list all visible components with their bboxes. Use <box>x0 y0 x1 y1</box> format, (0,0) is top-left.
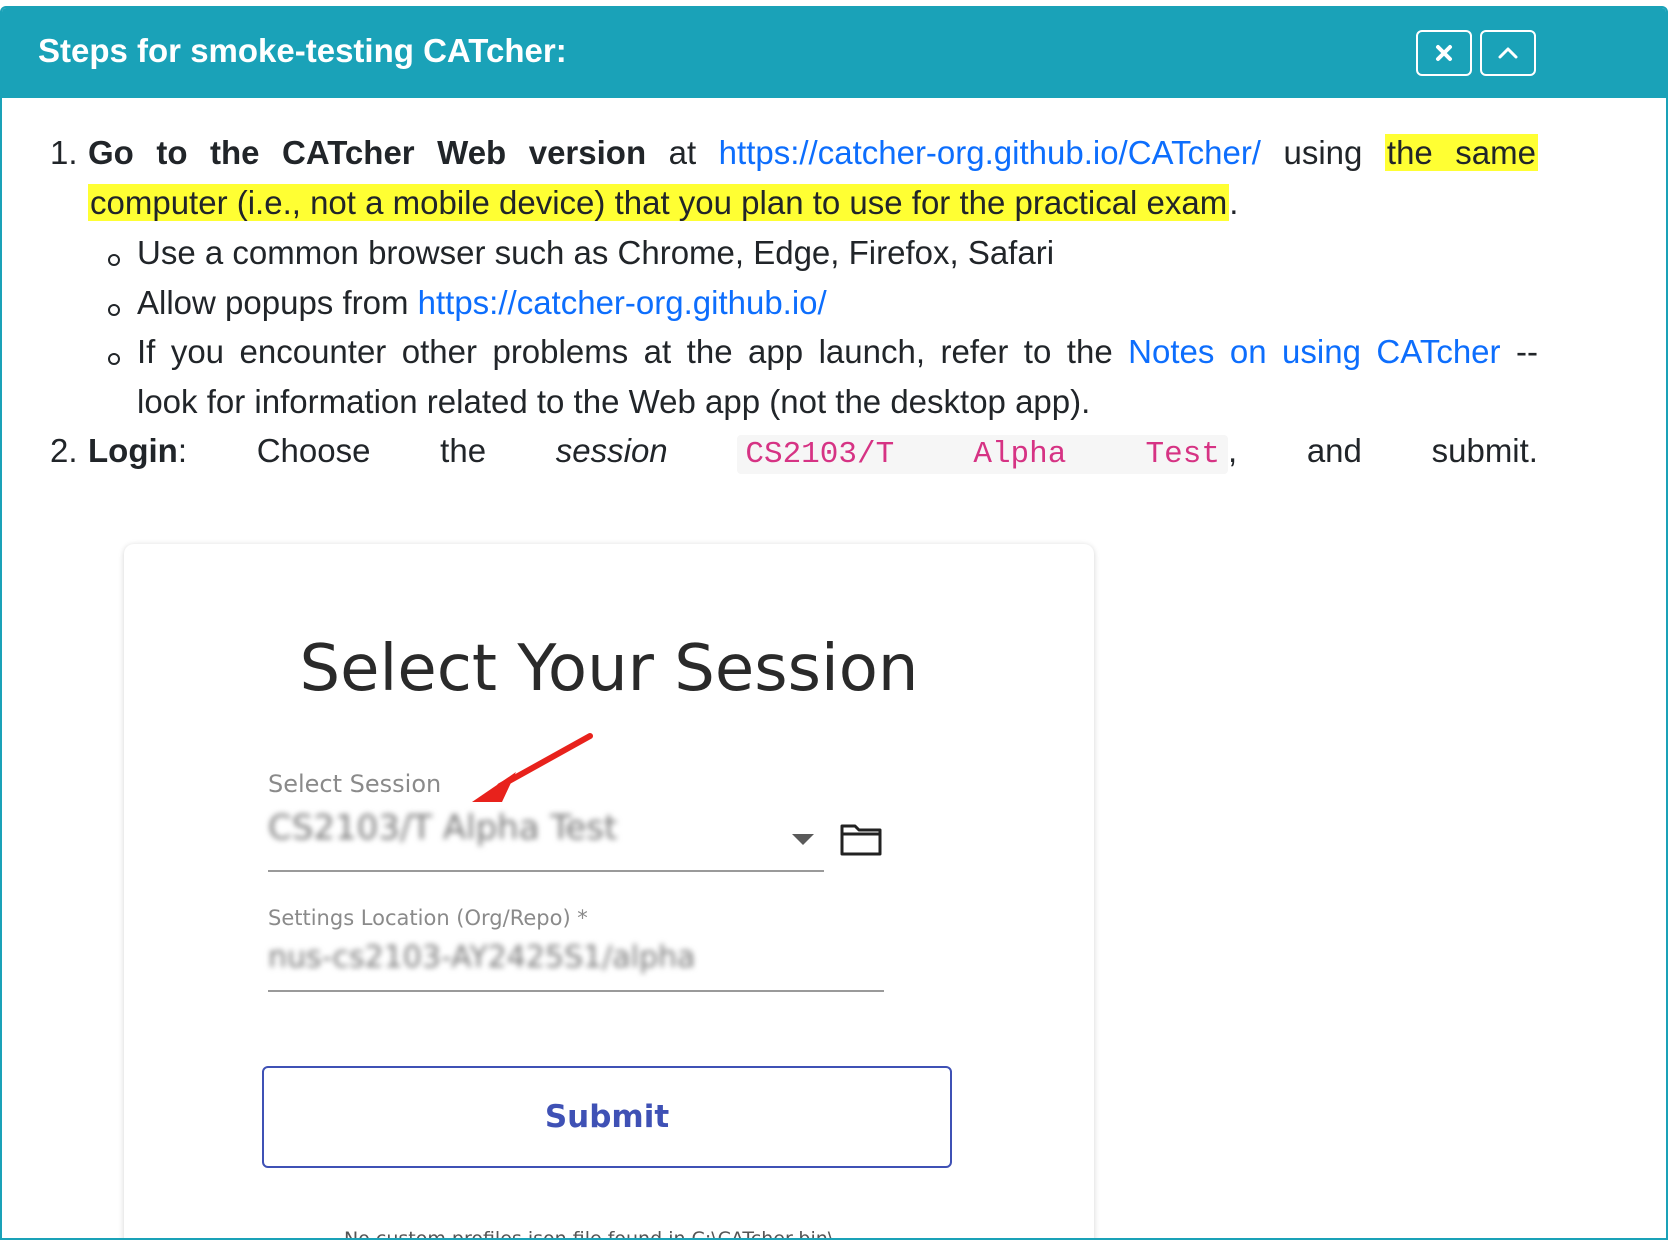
settings-location-label: Settings Location (Org/Repo) * <box>268 906 588 930</box>
settings-location-value: nus-cs2103-AY2425S1/alpha <box>268 940 696 975</box>
collapse-button[interactable] <box>1480 30 1536 76</box>
profiles-footnote: No custom profiles.json file found in C:… <box>344 1228 835 1240</box>
step2-number: 2. <box>50 432 78 469</box>
bullet-1-text: Use a common browser such as Chrome, Edg… <box>137 234 1055 271</box>
session-screenshot: Select Your Session Select Session CS210… <box>124 544 1094 1240</box>
step2-colon: : <box>177 432 187 469</box>
red-arrow-icon <box>472 733 593 802</box>
step1-bold: Go to the CATcher Web version <box>88 134 647 171</box>
step1-line2: computer (i.e., not a mobile device) tha… <box>88 184 1238 222</box>
bullet-icon <box>108 353 120 365</box>
step1-line1: Go to the CATcher Web version at https:/… <box>88 134 1538 186</box>
submit-button[interactable]: Submit <box>262 1066 952 1168</box>
bullet-2: Allow popups from https://catcher-org.gi… <box>137 284 827 322</box>
step1-period: . <box>1229 184 1239 221</box>
select-session-label: Select Session <box>268 770 442 798</box>
bullet-icon <box>108 254 120 266</box>
catcher-web-link[interactable]: https://catcher-org.github.io/CATcher/ <box>719 134 1261 171</box>
select-session-value: CS2103/T Alpha Test <box>268 808 618 848</box>
step2-and: and <box>1306 432 1362 469</box>
step2-choose: Choose <box>256 432 371 469</box>
step2-submit: submit. <box>1431 432 1538 469</box>
bullet-3-cont: look for information related to the Web … <box>137 383 1091 420</box>
screenshot-title: Select Your Session <box>299 632 919 706</box>
step2-session-word: session <box>555 432 668 469</box>
step2-the: the <box>440 432 487 469</box>
notes-link[interactable]: Notes on using CATcher <box>1128 333 1500 370</box>
step1-highlight-b: computer (i.e., not a mobile device) tha… <box>88 184 1230 221</box>
bullet-icon <box>108 304 120 316</box>
step1-highlight-a: the same <box>1384 134 1538 171</box>
session-code: CS2103/T Alpha Test <box>737 435 1228 474</box>
chevron-up-icon <box>1498 47 1518 59</box>
folder-icon[interactable] <box>840 822 882 856</box>
step2-line: Login: Choose the session CS2103/T Alpha… <box>88 432 1538 484</box>
close-icon <box>1436 45 1452 61</box>
panel-title: Steps for smoke-testing CATcher: <box>38 32 567 69</box>
step1-at: at <box>668 134 697 171</box>
bullet-2-text: Allow popups from <box>137 284 409 321</box>
dropdown-arrow-icon[interactable] <box>792 834 814 846</box>
bullet-3-dash: -- <box>1516 333 1538 370</box>
bullet-3-text: If you encounter other problems at the a… <box>137 333 1113 370</box>
bullet-3: If you encounter other problems at the a… <box>137 333 1538 385</box>
catcher-org-link[interactable]: https://catcher-org.github.io/ <box>418 284 827 321</box>
step2-bold: Login <box>88 432 178 469</box>
step2-comma: , <box>1227 432 1238 469</box>
settings-location-underline <box>268 990 884 992</box>
close-button[interactable] <box>1416 30 1472 76</box>
panel-header: Steps for smoke-testing CATcher: <box>2 8 1666 98</box>
step1-using: using <box>1283 134 1363 171</box>
step1-number: 1. <box>50 134 78 171</box>
smoke-test-panel: Steps for smoke-testing CATcher: 1. Go t… <box>0 6 1668 1240</box>
select-session-underline <box>268 870 824 872</box>
